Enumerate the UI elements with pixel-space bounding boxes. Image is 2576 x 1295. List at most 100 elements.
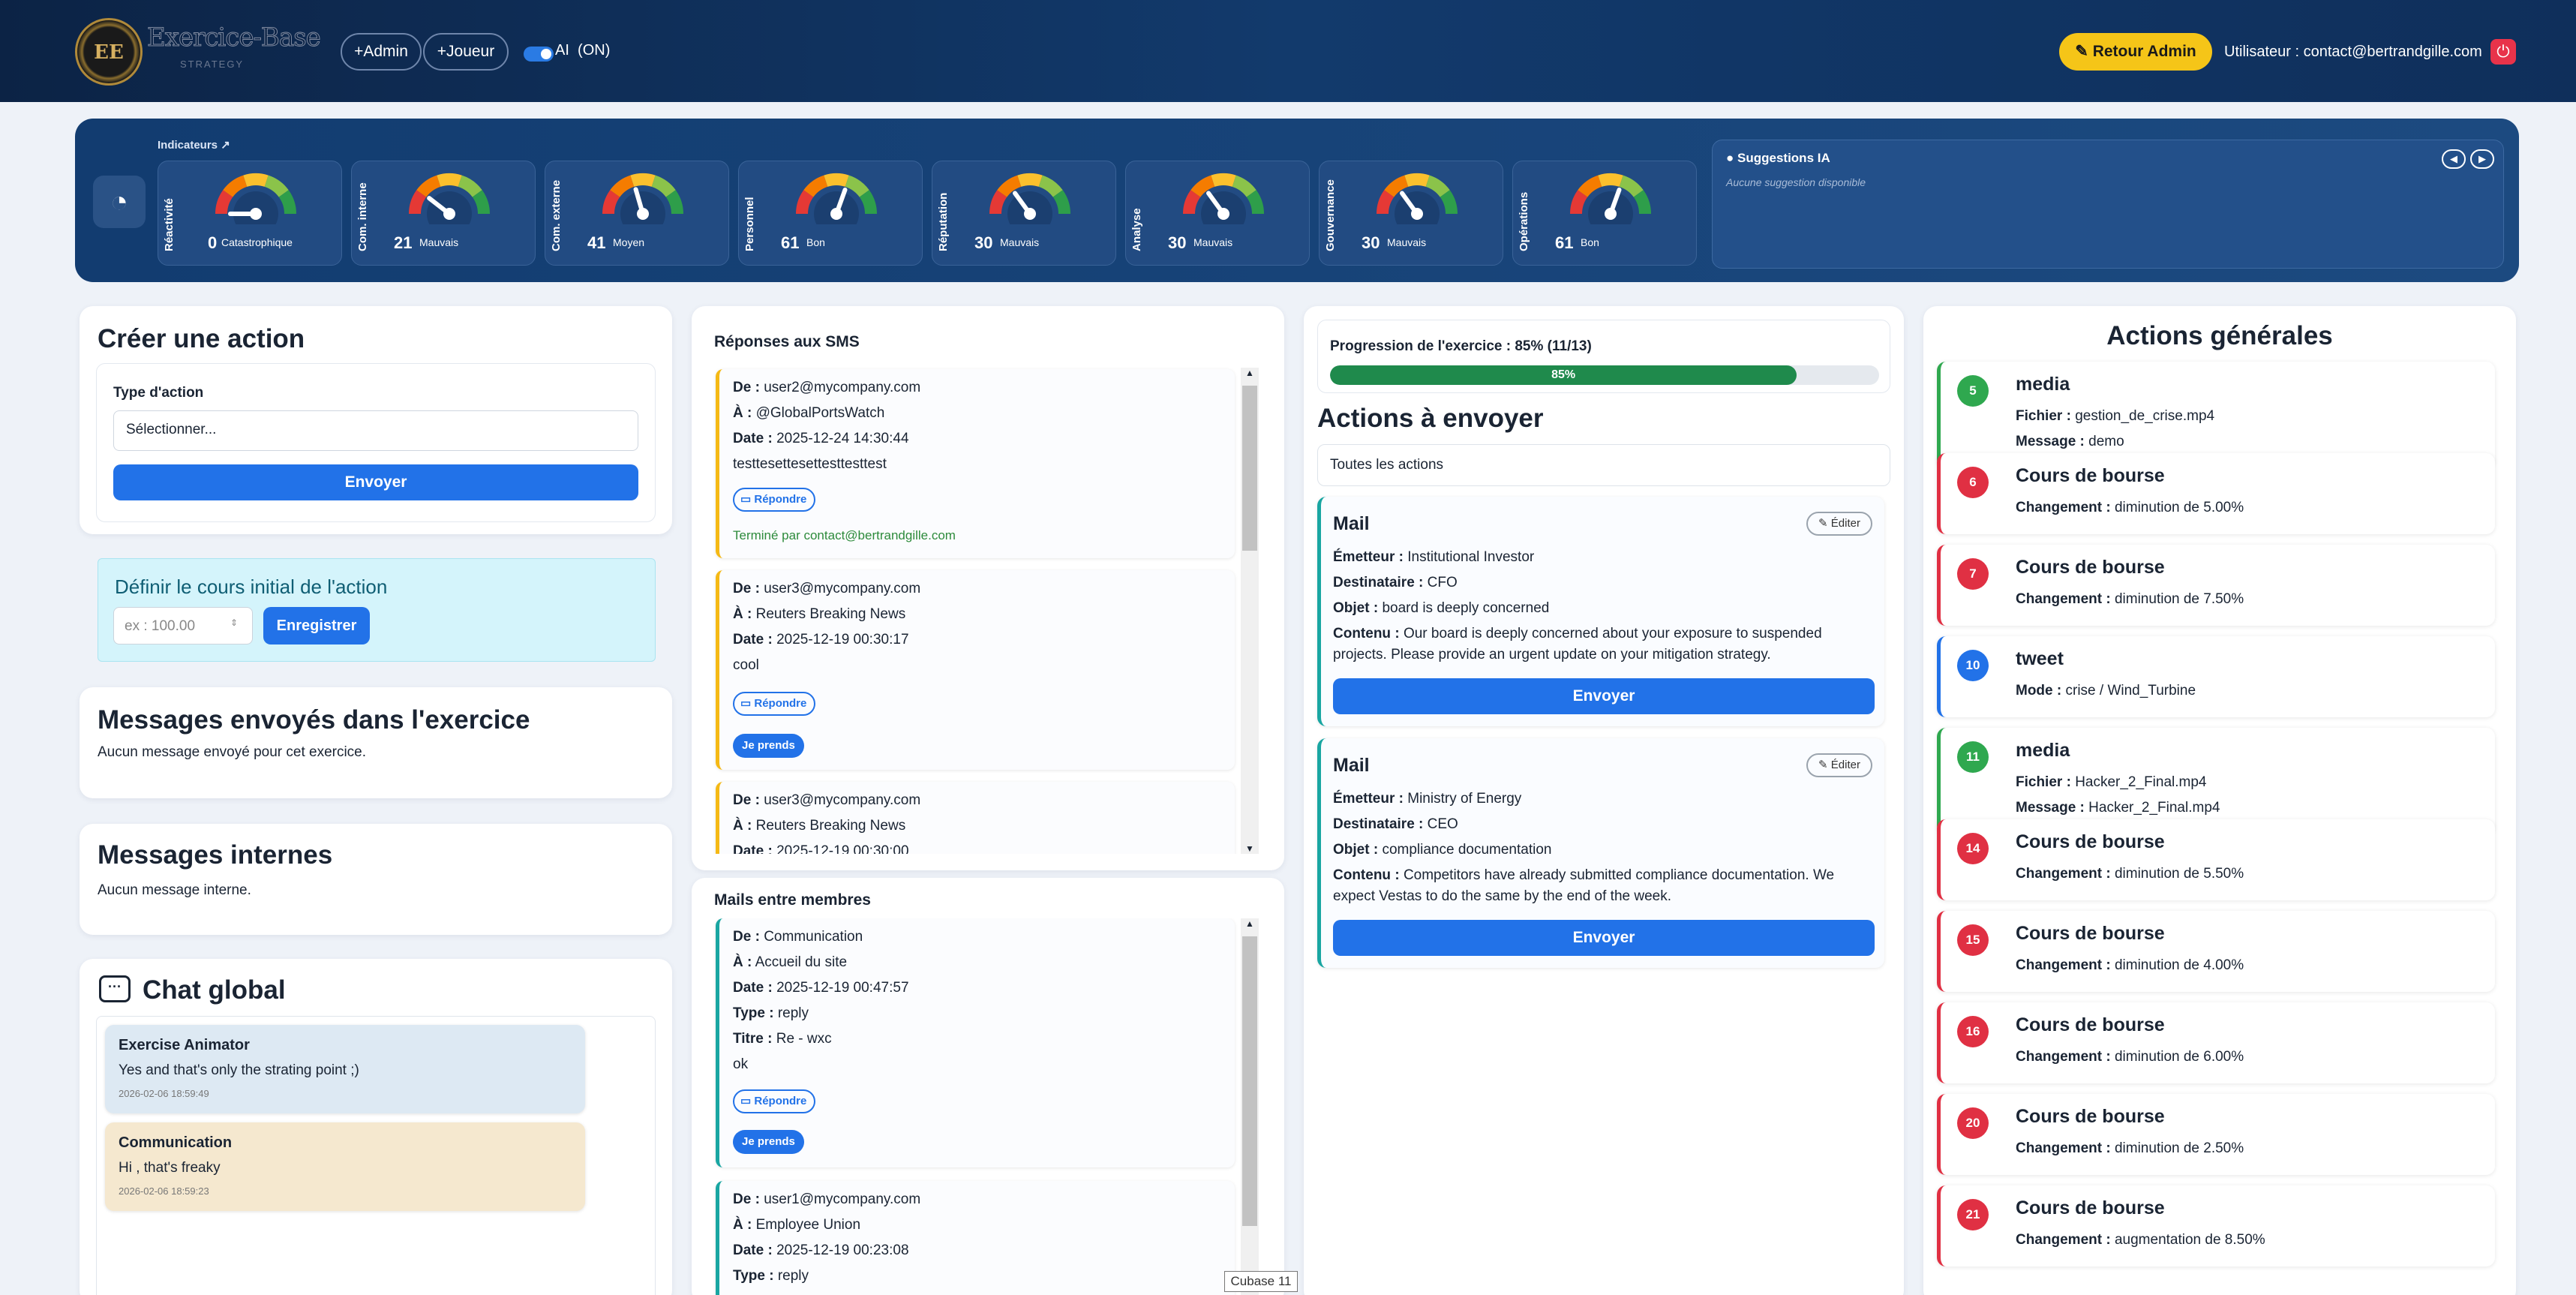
general-action-item[interactable]: 16 Cours de bourse Changement : diminution… [1937, 1002, 2495, 1083]
general-action-item[interactable]: 6 Cours de bourse Changement : diminution … [1937, 453, 2495, 534]
action-title: Cours de bourse [2016, 465, 2165, 486]
indicators-title: Indicateurs ↗ [158, 139, 230, 152]
sms-responses-card: Réponses aux SMS De : user2@mycompany.co… [692, 306, 1284, 870]
sent-messages-title: Messages envoyés dans l'exercice [98, 705, 530, 735]
send-action-button[interactable]: Envoyer [1333, 920, 1875, 956]
add-admin-button[interactable]: +Admin [341, 33, 422, 71]
create-send-button[interactable]: Envoyer [113, 464, 638, 500]
general-action-item[interactable]: 20 Cours de bourse Changement : diminution… [1937, 1094, 2495, 1175]
gauge-label: Com. externe [550, 179, 563, 251]
action-detail: Changement : augmentation de 8.50% [2016, 1232, 2265, 1248]
suggestion-next-icon[interactable]: ▶ [2470, 149, 2494, 169]
save-price-button[interactable]: Enregistrer [263, 607, 370, 644]
progress-box: Progression de l'exercice : 85% (11/13) … [1317, 320, 1890, 393]
general-action-item[interactable]: 11 media Fichier : Hacker_2_Final.mp4 Messa… [1937, 728, 2495, 834]
create-action-card: Créer une action Type d'action Sélection… [80, 306, 672, 534]
general-action-item[interactable]: 14 Cours de bourse Changement : diminution… [1937, 819, 2495, 900]
edit-button[interactable]: ✎ Éditer [1806, 753, 1872, 777]
action-title: Cours de bourse [2016, 923, 2165, 944]
global-chat-card: ··· Chat global Exercise Animator Yes an… [80, 959, 672, 1295]
sms-title: Réponses aux SMS [714, 333, 860, 350]
create-action-title: Créer une action [98, 324, 305, 353]
take-button[interactable]: Je prends [733, 1130, 804, 1154]
gauge-label: Com. interne [356, 182, 369, 251]
general-action-item[interactable]: 10 tweet Mode : crise / Wind_Turbine [1937, 636, 2495, 717]
reply-button[interactable]: ▭ Répondre [733, 1089, 816, 1113]
mail-item: De : Communication À : Accueil du site D… [716, 918, 1235, 1167]
action-number-badge: 21 [1957, 1199, 1989, 1230]
gauge-2: Com. externe 41 Moyen [545, 161, 729, 266]
take-button[interactable]: Je prends [733, 734, 804, 758]
gauge-status: Moyen [613, 236, 645, 248]
action-number-badge: 20 [1957, 1107, 1989, 1139]
reply-button[interactable]: ▭ Répondre [733, 488, 816, 512]
general-action-item[interactable]: 21 Cours de bourse Changement : augmentati… [1937, 1185, 2495, 1266]
action-type-label: Type d'action [113, 385, 204, 401]
current-user: Utilisateur : contact@bertrandgille.com [2224, 44, 2482, 60]
pencil-icon: ✎ [2075, 43, 2088, 60]
global-chat-title: Chat global [143, 975, 286, 1005]
pending-mail-item: Mail ✎ Éditer Émetteur : Ministry of Ene… [1317, 738, 1884, 968]
lightbulb-icon: ● [1726, 151, 1734, 165]
action-detail: Changement : diminution de 2.50% [2016, 1140, 2244, 1156]
back-to-admin-button[interactable]: ✎ Retour Admin [2059, 33, 2212, 71]
action-title: Cours de bourse [2016, 831, 2165, 852]
pencil-icon: ✎ [1818, 517, 1828, 530]
speedometer-icon: ◔ [93, 176, 146, 228]
action-number-badge: 6 [1957, 467, 1989, 498]
gauge-label: Gouvernance [1324, 179, 1337, 251]
gauge-4: Réputation 30 Mauvais [932, 161, 1116, 266]
gauge-value: 30 [974, 233, 993, 252]
gauge-dial-icon [1377, 173, 1458, 224]
gauge-value: 41 [587, 233, 606, 252]
gauge-value: 61 [781, 233, 800, 252]
gauge-value: 30 [1168, 233, 1187, 252]
gauge-value: 30 [1362, 233, 1380, 252]
action-title: Cours de bourse [2016, 1197, 2165, 1218]
gauge-status: Mauvais [1387, 236, 1427, 248]
action-number-badge: 14 [1957, 833, 1989, 864]
action-detail: Fichier : gestion_de_crise.mp4 [2016, 408, 2215, 424]
action-title: media [2016, 374, 2070, 395]
general-actions-card: Actions générales 5 media Fichier : gestio… [1923, 306, 2516, 1295]
suggestion-prev-icon[interactable]: ◀ [2442, 149, 2466, 169]
gauge-value: 61 [1555, 233, 1574, 252]
internal-messages-empty: Aucun message interne. [98, 882, 251, 898]
general-action-item[interactable]: 7 Cours de bourse Changement : diminution … [1937, 545, 2495, 626]
action-type-select[interactable]: Sélectionner... [113, 410, 638, 451]
edit-button[interactable]: ✎ Éditer [1806, 512, 1872, 536]
stepper-icon[interactable]: ⇕ [230, 617, 238, 628]
gauge-5: Analyse 30 Mauvais [1125, 161, 1310, 266]
ai-suggestions-title: ● Suggestions IA [1726, 151, 1830, 165]
gauge-label: Réputation [937, 192, 950, 251]
actions-filter-select[interactable]: Toutes les actions [1317, 444, 1890, 486]
sms-scrollbar[interactable]: ▲ ▼ [1241, 368, 1259, 854]
send-action-button[interactable]: Envoyer [1333, 678, 1875, 714]
progress-label: Progression de l'exercice : 85% (11/13) [1330, 338, 1592, 354]
power-logout-icon[interactable]: ⏻ [2490, 39, 2516, 65]
reply-icon: ▭ [740, 1095, 752, 1107]
sms-list[interactable]: De : user2@mycompany.com À : @GlobalPort… [702, 360, 1260, 854]
gauge-value: 0 [208, 233, 218, 252]
ai-toggle[interactable] [524, 47, 554, 62]
general-action-item[interactable]: 5 media Fichier : gestion_de_crise.mp4 Mess… [1937, 362, 2495, 468]
add-player-button[interactable]: +Joueur [423, 33, 509, 71]
mails-scrollbar[interactable]: ▲ [1241, 918, 1259, 1295]
reply-button[interactable]: ▭ Répondre [733, 692, 816, 716]
action-detail: Changement : diminution de 7.50% [2016, 591, 2244, 607]
gauge-dial-icon [989, 173, 1070, 224]
mail-item: De : user1@mycompany.com À : Employee Un… [716, 1181, 1235, 1295]
action-title: Cours de bourse [2016, 1014, 2165, 1035]
action-detail: Message : demo [2016, 434, 2124, 449]
chat-message: Communication Hi , that's freaky 2026-02… [105, 1122, 585, 1211]
member-mails-list[interactable]: De : Communication À : Accueil du site D… [702, 918, 1260, 1295]
actions-to-send-card: Progression de l'exercice : 85% (11/13) … [1304, 306, 1904, 1295]
sms-item: De : user3@mycompany.com À : Reuters Bre… [716, 782, 1235, 854]
gauge-label: Personnel [743, 197, 756, 251]
action-detail: Changement : diminution de 5.50% [2016, 866, 2244, 882]
action-detail: Changement : diminution de 5.00% [2016, 500, 2244, 515]
gauge-status: Bon [1581, 236, 1599, 248]
gauge-0: Réactivité 0 Catastrophique [158, 161, 342, 266]
general-action-item[interactable]: 15 Cours de bourse Changement : diminution… [1937, 911, 2495, 992]
internal-messages-card: Messages internes Aucun message interne. [80, 824, 672, 935]
